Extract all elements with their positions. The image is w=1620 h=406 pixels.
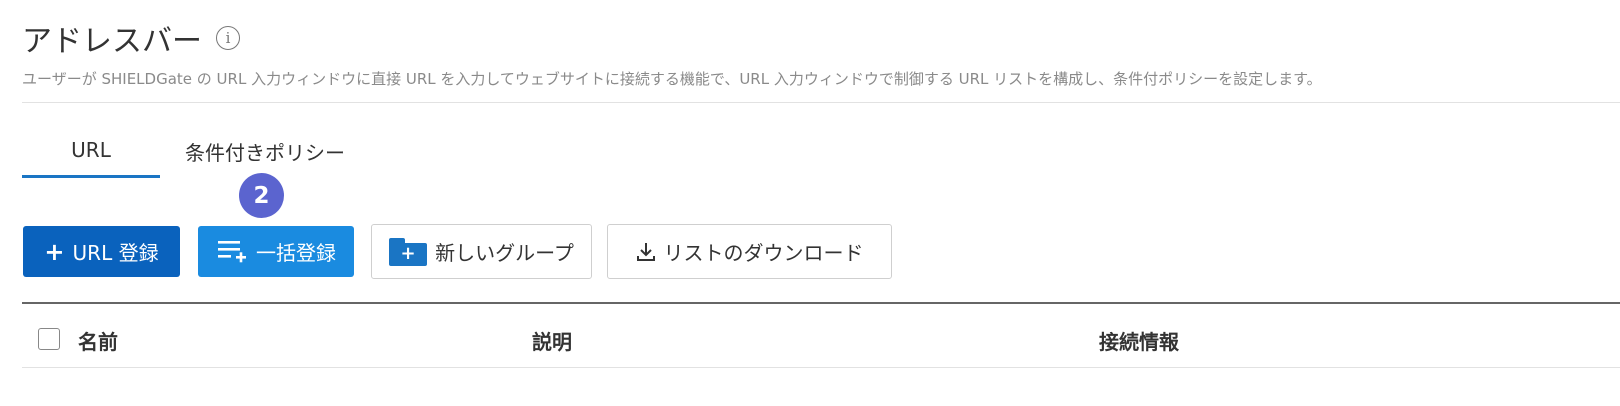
- url-register-button[interactable]: + URL 登録: [23, 226, 180, 277]
- column-header-connection-info[interactable]: 接続情報: [1099, 326, 1179, 355]
- step-badge: 2: [239, 173, 284, 218]
- column-header-name[interactable]: 名前: [78, 326, 118, 355]
- table-header-divider: [22, 367, 1620, 368]
- bulk-register-label: 一括登録: [256, 241, 336, 265]
- tab-conditional-policy[interactable]: 条件付きポリシー: [160, 124, 370, 178]
- list-add-icon: [218, 240, 246, 262]
- page-header: アドレスバー i: [22, 16, 240, 60]
- page-description: ユーザーが SHIELDGate の URL 入力ウィンドウに直接 URL を入…: [22, 70, 1322, 88]
- url-register-label: URL 登録: [72, 241, 159, 265]
- table-top-divider: [22, 302, 1620, 304]
- select-all-checkbox[interactable]: [38, 328, 60, 350]
- tab-bar: URL 条件付きポリシー: [22, 124, 370, 178]
- download-icon: [636, 242, 655, 261]
- plus-icon: +: [44, 237, 65, 266]
- bulk-register-button[interactable]: 一括登録: [198, 226, 354, 277]
- new-group-label: 新しいグループ: [435, 241, 574, 265]
- download-list-label: リストのダウンロード: [663, 241, 864, 265]
- column-header-description[interactable]: 説明: [532, 326, 572, 355]
- download-list-button[interactable]: リストのダウンロード: [607, 224, 892, 279]
- header-divider: [22, 102, 1620, 103]
- table-header: 名前 説明 接続情報: [22, 318, 1620, 362]
- tab-url[interactable]: URL: [22, 124, 160, 178]
- new-group-button[interactable]: + 新しいグループ: [371, 224, 592, 279]
- page-title: アドレスバー: [22, 24, 202, 59]
- folder-add-icon: +: [389, 237, 428, 266]
- info-icon[interactable]: i: [216, 26, 240, 50]
